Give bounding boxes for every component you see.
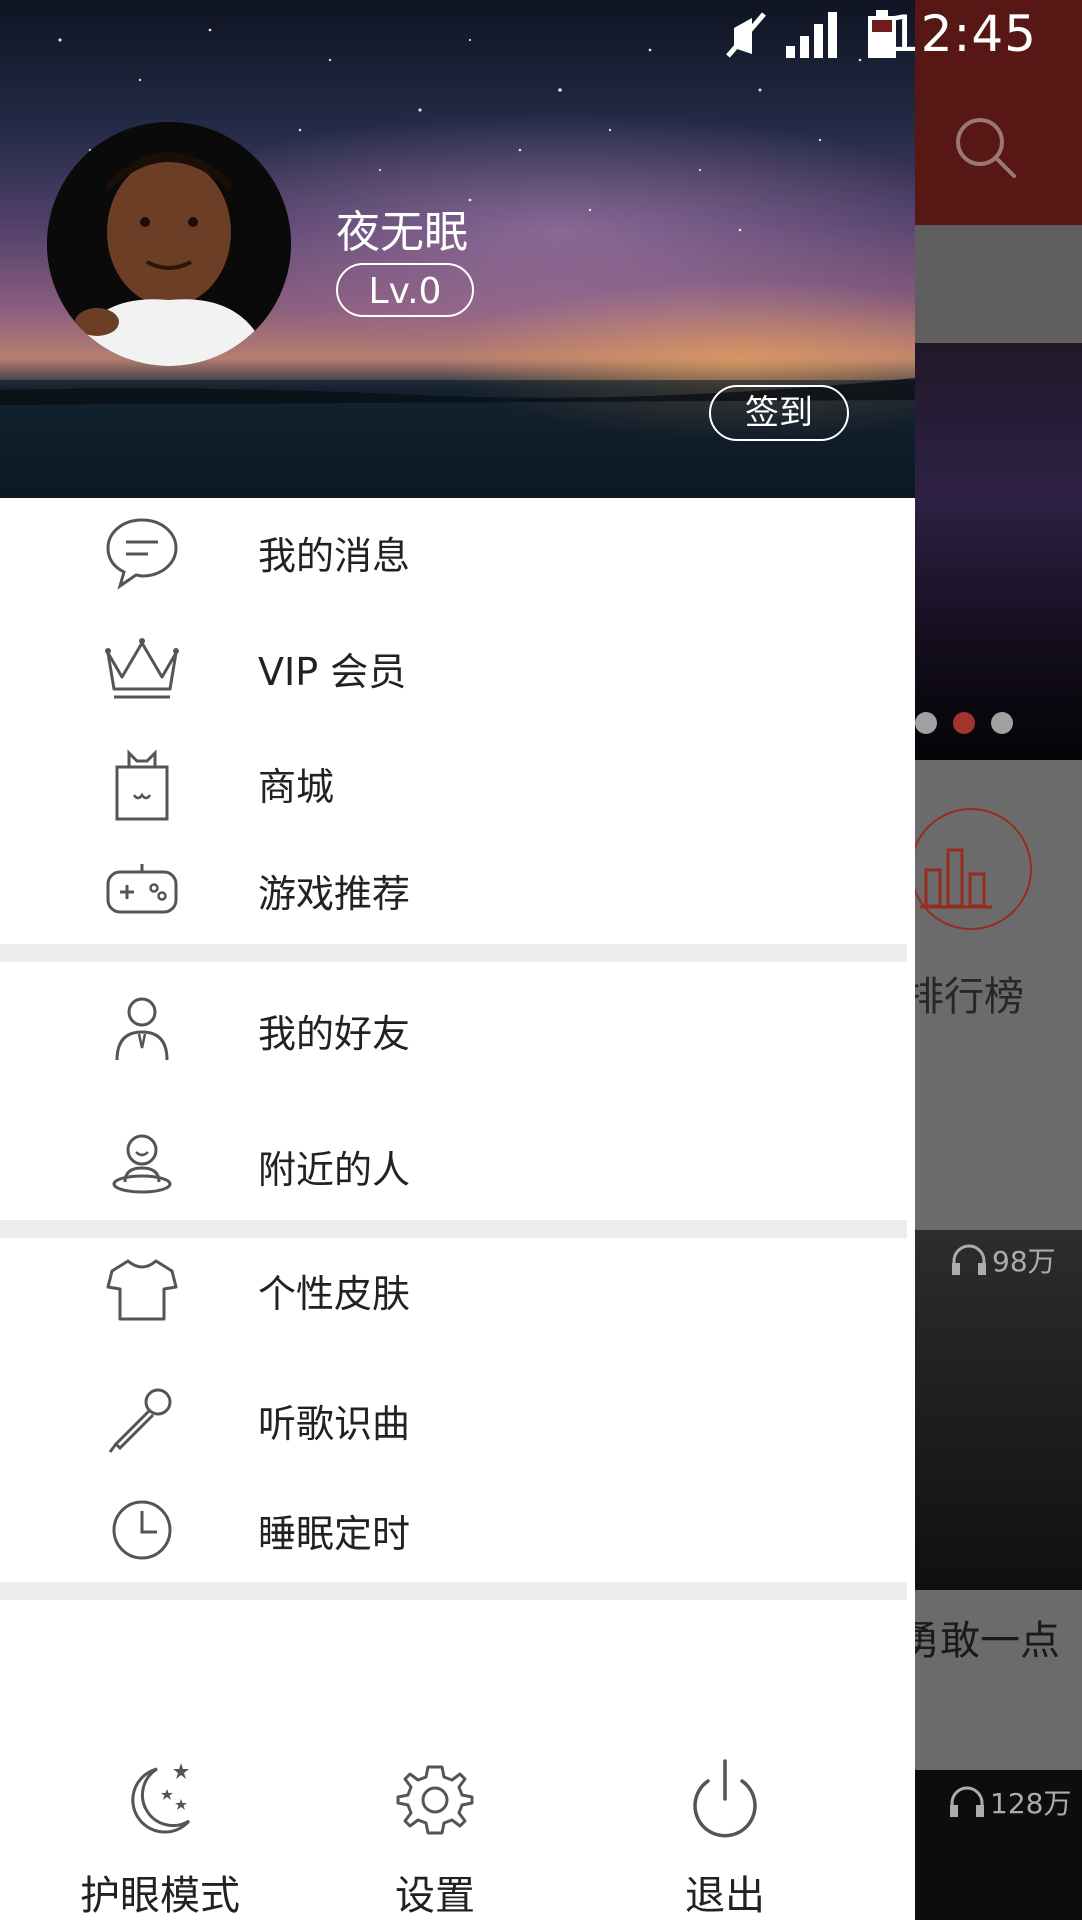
tshirt-icon <box>100 1248 184 1332</box>
power-icon <box>693 1759 757 1838</box>
status-bar: 12:45 <box>0 0 1082 66</box>
clock-icon <box>100 1488 184 1572</box>
logout-button[interactable]: 退出 <box>625 1755 825 1920</box>
drawer-scrim[interactable] <box>915 0 1082 1920</box>
section-divider <box>0 1220 907 1238</box>
menu-item-messages[interactable]: 我的消息 <box>0 502 907 602</box>
menu-item-games[interactable]: 游戏推荐 <box>0 840 907 940</box>
menu-item-shop[interactable]: 商城 <box>0 733 907 833</box>
nearby-person-icon <box>100 1124 184 1208</box>
navigation-drawer: 夜无眠 Lv.0 签到 我的消息 VIP 会员 商城 游戏推荐 我的好友 附近的… <box>0 0 915 1920</box>
signin-button[interactable]: 签到 <box>709 385 849 441</box>
eye-mode-button[interactable]: 护眼模式 <box>60 1755 260 1920</box>
menu-label: 商城 <box>258 764 335 809</box>
menu-item-friends[interactable]: 我的好友 <box>0 980 907 1080</box>
logout-label: 退出 <box>685 1873 765 1919</box>
gamepad-icon <box>100 848 184 932</box>
gear-icon <box>396 1765 474 1835</box>
menu-label: 游戏推荐 <box>258 871 411 916</box>
menu-label: 睡眠定时 <box>258 1511 411 1556</box>
profile-header: 夜无眠 Lv.0 签到 <box>0 0 915 498</box>
menu-label: 个性皮肤 <box>258 1271 411 1316</box>
menu-item-skins[interactable]: 个性皮肤 <box>0 1240 907 1340</box>
menu-item-nearby[interactable]: 附近的人 <box>0 1116 907 1216</box>
eye-mode-label: 护眼模式 <box>80 1873 240 1919</box>
menu-label: 附近的人 <box>258 1147 411 1192</box>
friend-person-icon <box>100 988 184 1072</box>
settings-button[interactable]: 设置 <box>335 1755 535 1920</box>
section-divider <box>0 1582 907 1600</box>
level-badge[interactable]: Lv.0 <box>336 263 474 317</box>
microphone-icon <box>100 1378 184 1462</box>
menu-label: 听歌识曲 <box>258 1401 411 1446</box>
menu-label: 我的消息 <box>258 533 411 578</box>
user-avatar[interactable] <box>47 122 291 366</box>
shopping-bag-icon <box>100 741 184 825</box>
chat-bubble-icon <box>100 510 184 594</box>
moon-stars-icon <box>131 1763 191 1834</box>
section-divider <box>0 944 907 962</box>
menu-label: 我的好友 <box>258 1011 411 1056</box>
menu-label: VIP 会员 <box>258 649 407 694</box>
mute-icon <box>726 12 766 58</box>
status-time: 12:45 <box>887 5 1037 63</box>
username[interactable]: 夜无眠 <box>336 196 468 260</box>
menu-item-song-recognition[interactable]: 听歌识曲 <box>0 1370 907 1470</box>
menu-item-sleep-timer[interactable]: 睡眠定时 <box>0 1480 907 1580</box>
signal-icon <box>786 12 837 58</box>
crown-icon <box>100 626 184 710</box>
menu-item-vip[interactable]: VIP 会员 <box>0 618 907 718</box>
settings-label: 设置 <box>395 1873 475 1919</box>
